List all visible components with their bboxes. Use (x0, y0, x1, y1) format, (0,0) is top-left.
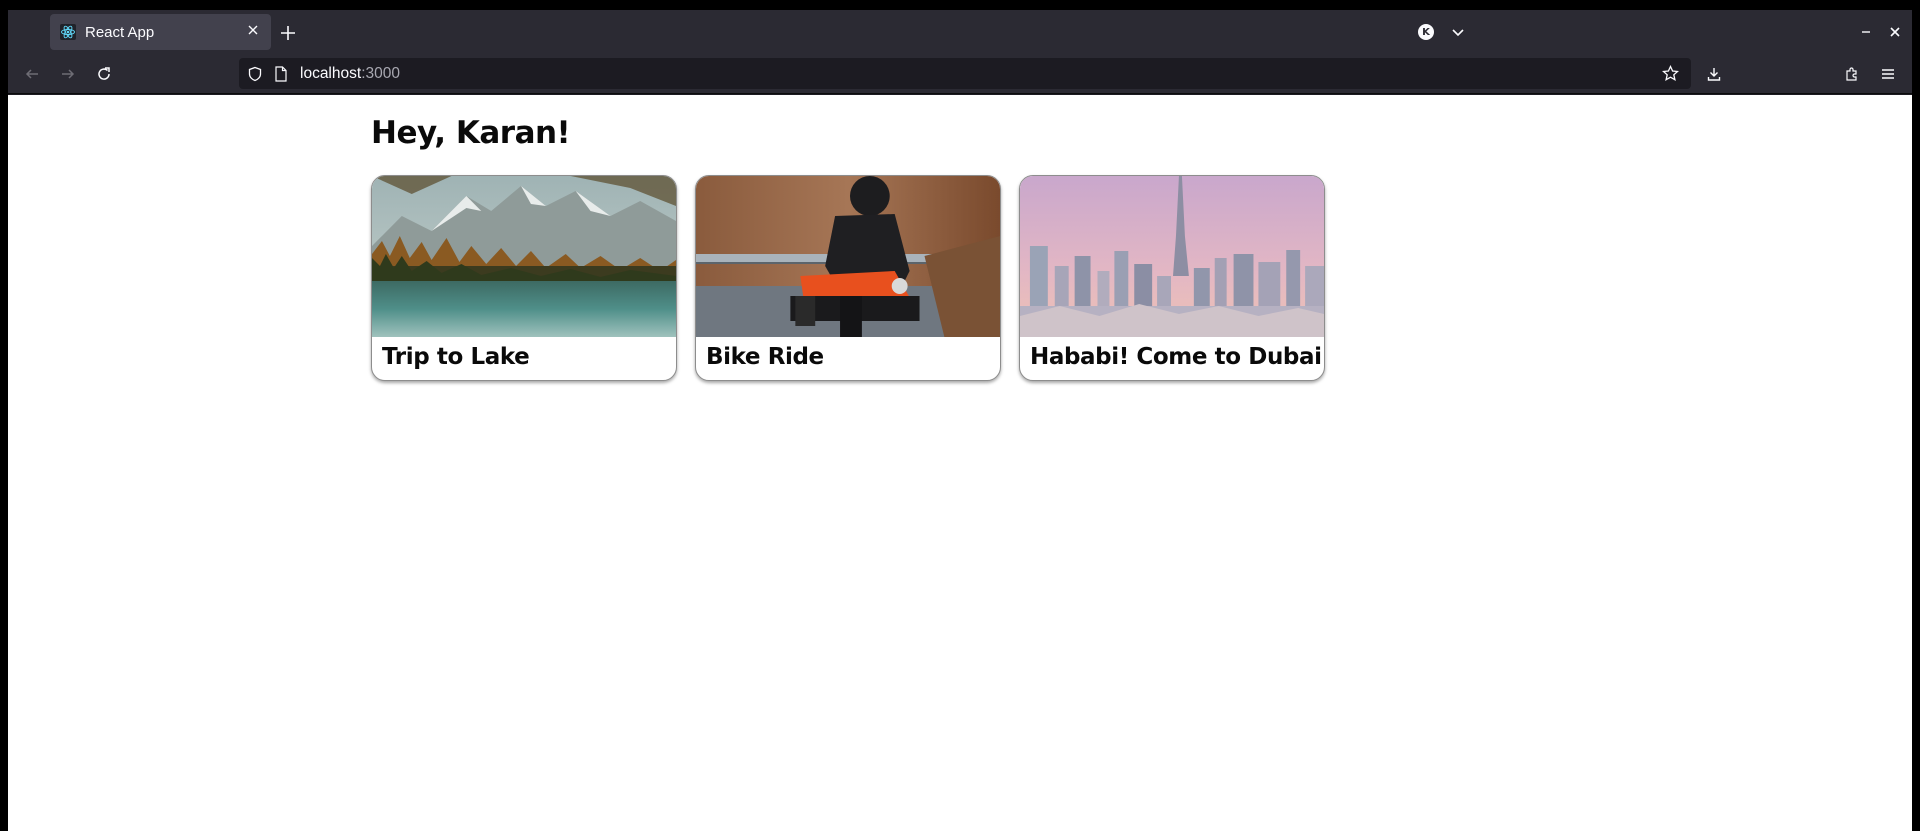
card-title: Hababi! Come to Dubai (1030, 344, 1322, 370)
bookmark-star-icon[interactable] (1662, 65, 1679, 82)
url-port: :3000 (361, 64, 400, 82)
close-window-icon[interactable] (1885, 22, 1905, 42)
new-tab-button[interactable] (278, 23, 298, 43)
minimize-icon[interactable] (1856, 22, 1876, 42)
shield-icon[interactable] (247, 66, 263, 82)
card-trip-to-lake[interactable]: Trip to Lake (371, 175, 677, 381)
react-logo-icon (60, 24, 76, 40)
page-content: Hey, Karan! Trip to Lake Bike Ride Habab… (8, 95, 1912, 831)
page-info-icon[interactable] (274, 65, 288, 82)
reload-icon[interactable] (92, 62, 116, 86)
card-bike-ride[interactable]: Bike Ride (695, 175, 1001, 381)
browser-window: React App K localhost:3000 Hey, Karan! T… (8, 10, 1912, 831)
tab-title: React App (85, 23, 155, 41)
profile-initial: K (1422, 26, 1430, 38)
profile-avatar[interactable]: K (1416, 22, 1436, 42)
extensions-icon[interactable] (1840, 62, 1864, 86)
dubai-skyline-image (1020, 176, 1324, 337)
url-host: localhost (300, 64, 362, 82)
list-all-tabs-chevron-icon[interactable] (1448, 22, 1468, 42)
back-arrow-icon[interactable] (20, 62, 44, 86)
downloads-icon[interactable] (1702, 62, 1726, 86)
tab-close-icon[interactable] (245, 24, 261, 40)
bike-image (696, 176, 1000, 337)
url-field[interactable]: localhost:3000 (300, 65, 400, 83)
greeting-heading: Hey, Karan! (371, 115, 571, 151)
tab-strip: React App K (8, 10, 1912, 54)
address-bar[interactable]: localhost:3000 (239, 58, 1691, 89)
hamburger-menu-icon[interactable] (1876, 62, 1900, 86)
card-list: Trip to Lake Bike Ride Hababi! Come to D… (371, 175, 1325, 381)
navigation-toolbar: localhost:3000 (8, 54, 1912, 94)
card-dubai[interactable]: Hababi! Come to Dubai (1019, 175, 1325, 381)
forward-arrow-icon[interactable] (56, 62, 80, 86)
card-title: Bike Ride (706, 344, 824, 370)
lake-image (372, 176, 676, 337)
tab-react-app[interactable]: React App (50, 14, 271, 50)
card-title: Trip to Lake (382, 344, 530, 370)
